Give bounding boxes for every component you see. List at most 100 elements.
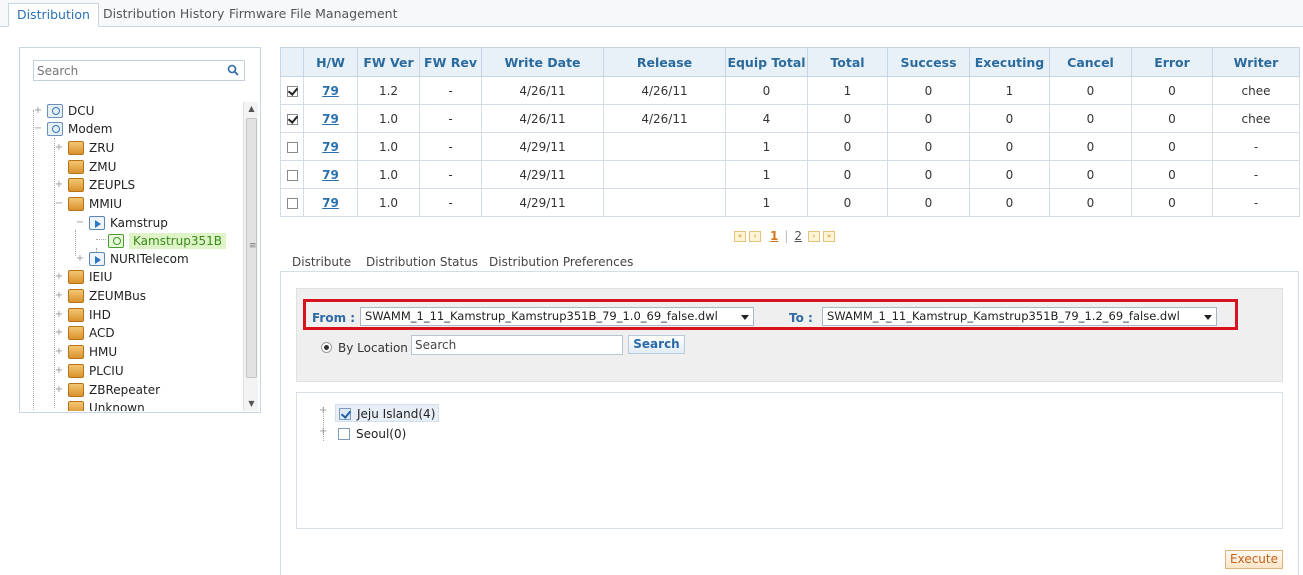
column-header-equip-total[interactable]: Equip Total [725,47,808,77]
page-number-2[interactable]: 2 [794,229,802,243]
hw-link[interactable]: 79 [322,140,339,154]
scroll-down-arrow-icon[interactable]: ▼ [244,397,259,411]
table-row[interactable]: 79 1.0 - 4/29/11 1 0 0 0 0 0 - [280,188,1300,217]
row-checkbox[interactable] [286,141,298,153]
equip-total-cell: 1 [725,188,808,217]
expand-plus-icon[interactable]: + [54,381,64,399]
expand-plus-icon[interactable]: + [54,343,64,361]
column-header-fw-ver[interactable]: FW Ver [357,47,420,77]
tab-firmware-file-management[interactable]: Firmware File Management [221,3,406,27]
tab-distribution-status[interactable]: Distribution Status [366,255,478,269]
table-row[interactable]: 79 1.0 - 4/29/11 1 0 0 0 0 0 - [280,160,1300,189]
tree-item-zeupls[interactable]: + ZEUPLS [55,176,135,194]
column-header-success[interactable]: Success [887,47,970,77]
tab-distribution-history[interactable]: Distribution History [95,3,232,27]
scroll-up-arrow-icon[interactable]: ▲ [244,102,259,116]
location-search-input[interactable] [411,335,623,355]
folder-icon [68,326,84,340]
tree-search-input[interactable] [34,61,219,80]
hw-link[interactable]: 79 [322,196,339,210]
expand-plus-icon[interactable]: + [54,306,64,324]
collapse-minus-icon[interactable]: − [75,214,85,232]
tree-item-modem[interactable]: − Modem [34,120,112,138]
hw-link[interactable]: 79 [322,168,339,182]
row-checkbox[interactable] [286,85,298,97]
expand-plus-icon[interactable]: + [319,405,329,416]
pagination: « ‹ 1 | 2 › » [734,228,838,244]
row-checkbox[interactable] [286,169,298,181]
column-header-writer[interactable]: Writer [1212,47,1300,77]
tree-item-nuritelecom[interactable]: + NURITelecom [76,250,189,268]
column-header-executing[interactable]: Executing [969,47,1050,77]
row-checkbox[interactable] [286,197,298,209]
location-search-button[interactable]: Search [628,335,685,354]
tree-item-kamstrup[interactable]: − Kamstrup [76,214,168,232]
hw-link[interactable]: 79 [322,112,339,126]
expand-plus-icon[interactable]: + [54,176,64,194]
search-icon[interactable] [227,64,239,76]
next-page-icon[interactable]: › [808,230,821,242]
column-header-write-date[interactable]: Write Date [481,47,604,77]
table-row[interactable]: 79 1.0 - 4/29/11 1 0 0 0 0 0 - [280,132,1300,161]
dropdown-arrow-icon[interactable] [1204,315,1212,320]
column-header-release[interactable]: Release [603,47,726,77]
prev-page-icon[interactable]: ‹ [749,230,761,242]
tab-distribution-preferences[interactable]: Distribution Preferences [489,255,633,269]
fw-rev-cell: - [419,76,482,105]
tab-distribute[interactable]: Distribute [292,255,351,269]
tree-item-ieiu[interactable]: + IEIU [55,268,112,286]
expand-plus-icon[interactable]: + [54,287,64,305]
column-header-total[interactable]: Total [807,47,888,77]
expand-plus-icon[interactable]: + [33,102,43,120]
tree-scrollbar[interactable]: ▲ ≡ ▼ [243,102,258,411]
tab-distribution[interactable]: Distribution [8,3,99,27]
tree-item-dcu[interactable]: + DCU [34,102,94,120]
expand-plus-icon[interactable]: + [54,362,64,380]
by-location-option[interactable]: By Location [321,337,408,357]
collapse-minus-icon[interactable]: − [33,120,43,138]
dropdown-arrow-icon[interactable] [741,315,749,320]
hw-link[interactable]: 79 [322,84,339,98]
expand-plus-icon[interactable]: + [54,268,64,286]
last-page-icon[interactable]: » [823,230,836,242]
location-item-jeju-island[interactable]: Jeju Island(4) [335,404,440,422]
page-number-current[interactable]: 1 [770,229,778,243]
first-page-icon[interactable]: « [734,230,746,242]
row-checkbox[interactable] [286,113,298,125]
table-row[interactable]: 79 1.0 - 4/26/11 4/26/11 4 0 0 0 0 0 che… [280,104,1300,133]
by-location-radio[interactable] [321,342,332,353]
expand-plus-icon[interactable]: + [54,324,64,342]
location-checkbox[interactable] [338,428,350,440]
from-version-select[interactable]: SWAMM_1_11_Kamstrup_Kamstrup351B_79_1.0_… [360,307,754,326]
tree-item-mmiu[interactable]: − MMIU [55,195,122,213]
tree-item-plciu[interactable]: + PLCIU [55,362,124,380]
tree-item-acd[interactable]: + ACD [55,324,115,342]
writer-cell: - [1212,160,1300,189]
collapse-minus-icon[interactable]: − [54,195,64,213]
location-checkbox[interactable] [339,408,351,420]
execute-button[interactable]: Execute [1225,550,1283,569]
tree-item-zmu[interactable]: ZMU [68,158,116,176]
folder-icon [68,197,84,211]
tree-item-ihd[interactable]: + IHD [55,306,111,324]
location-item-seoul[interactable]: Seoul(0) [335,425,406,443]
column-header-cancel[interactable]: Cancel [1049,47,1132,77]
scrollbar-thumb[interactable]: ≡ [246,118,257,378]
tree-item-hmu[interactable]: + HMU [55,343,117,361]
expand-plus-icon[interactable]: + [75,250,85,268]
to-version-select[interactable]: SWAMM_1_11_Kamstrup_Kamstrup351B_79_1.2_… [822,307,1217,326]
write-date-cell: 4/26/11 [481,104,604,133]
tree-item-kamstrup351b[interactable]: Kamstrup351B [108,232,226,250]
table-row[interactable]: 79 1.2 - 4/26/11 4/26/11 0 1 0 1 0 0 che… [280,76,1300,105]
column-header-hw[interactable]: H/W [303,47,358,77]
green-node-icon [108,234,124,248]
tree-item-zru[interactable]: + ZRU [55,139,114,157]
tree-item-unknown[interactable]: Unknown [68,399,145,411]
fw-ver-cell: 1.0 [357,132,420,161]
column-header-error[interactable]: Error [1131,47,1213,77]
expand-plus-icon[interactable]: + [54,139,64,157]
column-header-fw-rev[interactable]: FW Rev [419,47,482,77]
tree-item-zbrepeater[interactable]: + ZBRepeater [55,381,160,399]
expand-plus-icon[interactable]: + [319,426,329,437]
tree-item-zeumbus[interactable]: + ZEUMBus [55,287,146,305]
